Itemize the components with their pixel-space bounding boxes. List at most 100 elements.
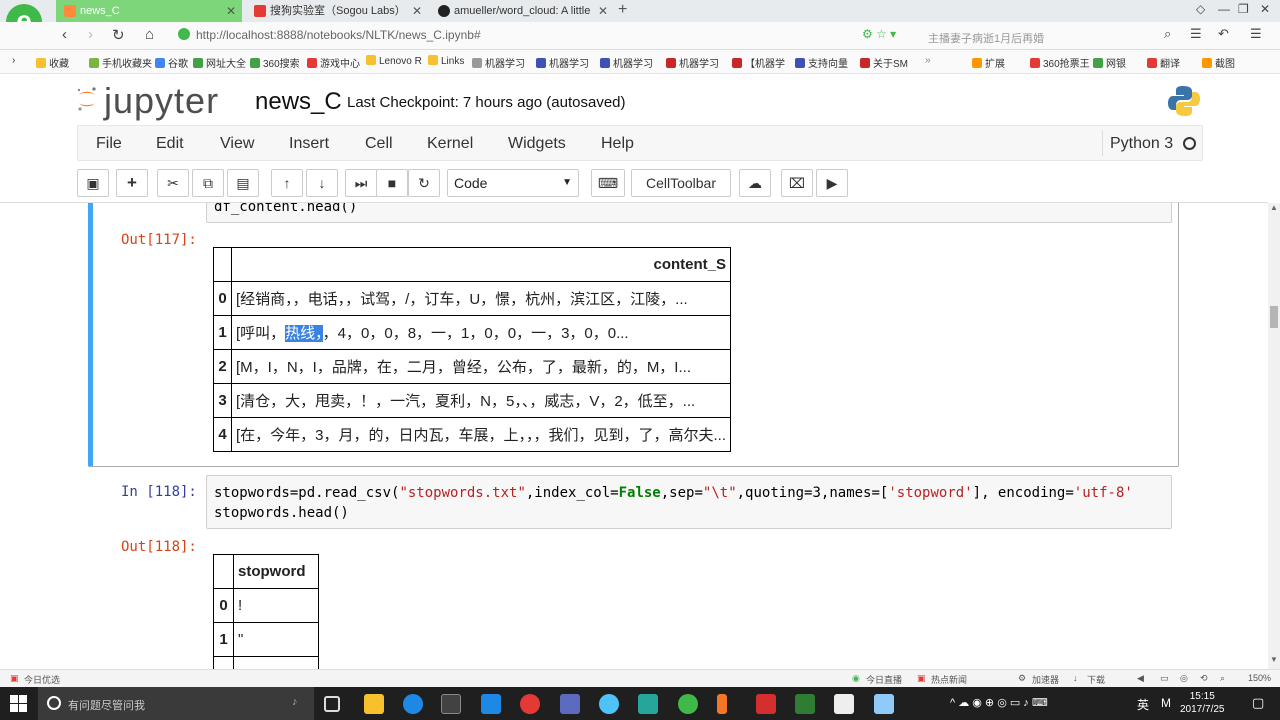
browser-360-icon[interactable]	[678, 694, 698, 714]
bookmark-item[interactable]: 扩展	[972, 55, 1005, 70]
bookmark-item[interactable]: 游戏中心	[307, 55, 360, 70]
history-icon[interactable]: ⟲	[1200, 673, 1208, 684]
bookmark-item[interactable]: 手机收藏夹	[89, 55, 152, 70]
scrollbar-thumb[interactable]	[1270, 306, 1278, 328]
restart-icon[interactable]: ↻	[408, 169, 440, 197]
store-icon[interactable]	[441, 694, 461, 714]
app-icon[interactable]	[874, 694, 894, 714]
maximize-icon[interactable]: ❐	[1238, 2, 1249, 16]
selected-text[interactable]: 热线，	[285, 325, 323, 342]
bookmark-item[interactable]: Lenovo R	[366, 55, 422, 67]
add-cell-icon[interactable]: +	[116, 169, 148, 197]
code-input[interactable]: df_content.head()	[206, 203, 1172, 223]
tab-word-cloud[interactable]: amueller/word_cloud: A little ✕	[430, 0, 614, 22]
notebook-name[interactable]: news_C	[255, 88, 342, 116]
menu-file[interactable]: File	[96, 135, 122, 153]
undo-icon[interactable]: ↶	[1218, 26, 1229, 42]
more-icon[interactable]: ☰	[1250, 26, 1262, 42]
gift-icon[interactable]: ⌧	[781, 169, 813, 197]
interrupt-icon[interactable]: ■	[376, 169, 408, 197]
app-icon[interactable]	[834, 694, 854, 714]
bookmark-item[interactable]: 360搜索	[250, 55, 300, 70]
windows-start-icon[interactable]	[10, 695, 27, 712]
powerpoint-icon[interactable]	[756, 694, 776, 714]
paste-icon[interactable]: ▤	[227, 169, 259, 197]
bookmark-item[interactable]: 机器学习	[666, 55, 719, 70]
celltoolbar-button[interactable]: CellToolbar	[631, 169, 731, 197]
cell-value[interactable]: [呼叫，热线，，4，0，0，8，一，1，0，0，一，3，0，0...	[230, 315, 732, 350]
bookmark-item[interactable]: 网银	[1093, 55, 1126, 70]
scroll-up-icon[interactable]: ▲	[1270, 203, 1278, 212]
input-method-indicator[interactable]: 英	[1137, 696, 1149, 713]
site-info-icon[interactable]	[178, 28, 190, 40]
vs-icon[interactable]	[560, 694, 580, 714]
bookmark-item[interactable]: 截图	[1202, 55, 1235, 70]
tray-icons[interactable]: ^ ☁ ◉ ⊕ ◎ ▭ ♪ ⌨	[950, 696, 1048, 709]
menu-edit[interactable]: Edit	[156, 135, 184, 153]
bookmark-item[interactable]: Links	[428, 55, 464, 67]
calculator-icon[interactable]	[481, 694, 501, 714]
menu-icon[interactable]: ☰	[1190, 26, 1202, 42]
keyboard-icon[interactable]: ⌨	[591, 169, 625, 197]
bookmark-item[interactable]: 关于SM	[860, 55, 908, 70]
menu-view[interactable]: View	[220, 135, 254, 153]
youtube-icon[interactable]: ▶	[816, 169, 848, 197]
cut-icon[interactable]: ✂	[157, 169, 189, 197]
file-explorer-icon[interactable]	[364, 694, 384, 714]
tab-news-c[interactable]: news_C ✕	[56, 0, 242, 22]
status-item[interactable]: 热点新闻	[931, 673, 967, 686]
jupyter-task-icon[interactable]	[717, 694, 727, 714]
edge-icon[interactable]	[403, 694, 423, 714]
menu-insert[interactable]: Insert	[289, 135, 329, 153]
menu-widgets[interactable]: Widgets	[508, 135, 566, 153]
bookmark-item[interactable]: 翻译	[1147, 55, 1180, 70]
sound-icon[interactable]: ◀	[1137, 673, 1144, 684]
browser-icon[interactable]	[599, 694, 619, 714]
status-item[interactable]: 今日直播	[866, 673, 902, 686]
app-icon[interactable]	[638, 694, 658, 714]
clock[interactable]: 15:15 2017/7/25	[1180, 690, 1225, 716]
notebook-area[interactable]: df_content.head() Out[117]: content_S 0 …	[0, 203, 1268, 669]
notification-icon[interactable]: ▢	[1252, 695, 1264, 711]
copy-icon[interactable]: ⧉	[192, 169, 224, 197]
bookmark-item[interactable]: 机器学习	[536, 55, 589, 70]
excel-icon[interactable]	[795, 694, 815, 714]
bookmark-item[interactable]: 机器学习	[472, 55, 525, 70]
settings-icon[interactable]: ◎	[1180, 673, 1188, 684]
menu-kernel[interactable]: Kernel	[427, 135, 473, 153]
run-icon[interactable]: ⏭	[345, 169, 377, 197]
back-icon[interactable]: ‹	[62, 26, 67, 43]
status-item[interactable]: 下载	[1087, 673, 1105, 686]
jupyter-logo-text[interactable]: jupyter	[104, 80, 219, 122]
menu-cell[interactable]: Cell	[365, 135, 393, 153]
search-icon[interactable]: ⌕	[1164, 26, 1171, 42]
code-input[interactable]: stopwords=pd.read_csv("stopwords.txt",in…	[206, 475, 1172, 529]
forward-icon[interactable]: ›	[88, 26, 93, 43]
new-tab-icon[interactable]: +	[618, 1, 627, 19]
scroll-down-icon[interactable]: ▼	[1270, 655, 1278, 664]
bookmark-item[interactable]: 【机器学	[732, 55, 785, 70]
vertical-scrollbar[interactable]: ▲ ▼	[1268, 203, 1280, 669]
screen-icon[interactable]: ▭	[1160, 673, 1169, 684]
zoom-level[interactable]: 150%	[1248, 673, 1271, 683]
bookmark-item[interactable]: 谷歌	[155, 55, 188, 70]
search-field[interactable]: 主播妻子病逝1月后再婚	[928, 30, 1044, 46]
move-down-icon[interactable]: ↓	[306, 169, 338, 197]
bookmark-item[interactable]: 360抢票王	[1030, 55, 1090, 70]
bookmark-item[interactable]: 支持向量	[795, 55, 848, 70]
input-mode-indicator[interactable]: M	[1161, 696, 1171, 710]
move-up-icon[interactable]: ↑	[271, 169, 303, 197]
minimize-icon[interactable]: —	[1218, 2, 1230, 16]
close-tab-icon[interactable]: ✕	[412, 0, 422, 22]
close-tab-icon[interactable]: ✕	[598, 0, 608, 22]
bookmarks-toggle-icon[interactable]: ›	[12, 55, 15, 66]
status-item[interactable]: 加速器	[1032, 673, 1059, 686]
save-icon[interactable]: ▣	[77, 169, 109, 197]
tab-sogou-labs[interactable]: 搜狗实验室（Sogou Labs） ✕	[246, 0, 428, 22]
close-window-icon[interactable]: ✕	[1260, 2, 1270, 16]
cloud-upload-icon[interactable]: ☁	[739, 169, 771, 197]
url-field[interactable]: http://localhost:8888/notebooks/NLTK/new…	[196, 28, 481, 42]
menu-help[interactable]: Help	[601, 135, 634, 153]
search-icon[interactable]: ⌕	[1220, 673, 1225, 684]
skin-icon[interactable]: ◇	[1196, 2, 1205, 16]
